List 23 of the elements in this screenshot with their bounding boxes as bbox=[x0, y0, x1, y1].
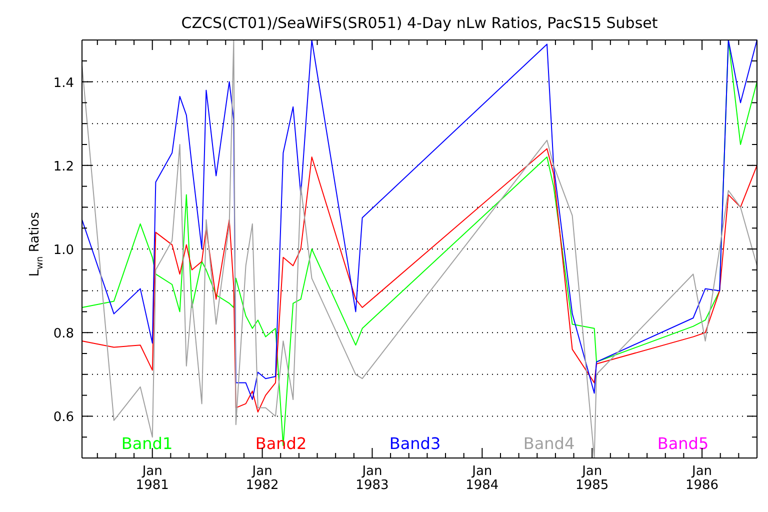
y-tick-label: 1.0 bbox=[53, 243, 74, 258]
y-tick-label: 0.6 bbox=[53, 410, 74, 426]
x-tick-month-label: Jan bbox=[362, 464, 382, 479]
x-tick-label: 1982 bbox=[246, 478, 279, 493]
y-tick-label: 0.8 bbox=[53, 326, 74, 342]
legend-label: Band4 bbox=[523, 434, 575, 453]
x-tick-month-label: Jan bbox=[472, 464, 492, 479]
x-tick-label: 1981 bbox=[136, 478, 169, 493]
x-tick-label: 1985 bbox=[576, 478, 609, 493]
legend-label: Band1 bbox=[121, 434, 173, 453]
x-tick-month-label: Jan bbox=[582, 464, 602, 479]
x-tick-month-label: Jan bbox=[252, 464, 272, 479]
legend-label: Band2 bbox=[255, 434, 307, 453]
y-tick-label: 1.2 bbox=[53, 159, 74, 174]
x-tick-month-label: Jan bbox=[142, 464, 162, 479]
legend-label: Band5 bbox=[657, 434, 709, 453]
x-tick-label: 1983 bbox=[356, 478, 389, 493]
x-tick-label: 1984 bbox=[466, 478, 499, 493]
x-tick-month-label: Jan bbox=[692, 464, 712, 479]
legend-label: Band3 bbox=[389, 434, 441, 453]
chart-title: CZCS(CT01)/SeaWiFS(SR051) 4-Day nLw Ratios, PacS15 Subset bbox=[181, 14, 658, 32]
y-tick-label: 1.4 bbox=[53, 76, 74, 91]
x-tick-label: 1986 bbox=[685, 478, 719, 493]
